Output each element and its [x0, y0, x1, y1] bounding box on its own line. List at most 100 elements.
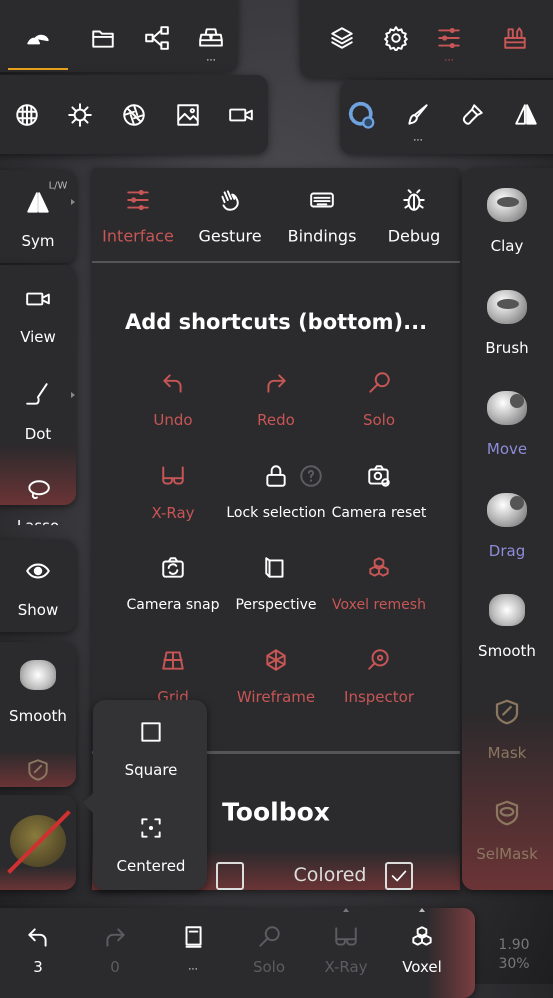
tool-label: Mask [487, 744, 527, 762]
scene-icon[interactable] [23, 23, 53, 53]
tool-label: View [20, 328, 56, 346]
aperture-icon[interactable] [119, 100, 149, 130]
search-icon [254, 922, 284, 952]
square-icon [136, 717, 166, 747]
tool-label: Clay [490, 237, 524, 255]
redo-icon [261, 368, 291, 398]
colored-label: Colored [293, 864, 367, 886]
shortcut-label: Voxel remesh [332, 597, 426, 613]
video-icon[interactable] [23, 284, 53, 314]
help-icon[interactable] [296, 461, 326, 491]
more-indicator: ... [413, 132, 423, 144]
lock-icon [261, 461, 291, 491]
shortcut-label: Lock selection [226, 505, 326, 521]
redo-icon [100, 922, 130, 952]
layers-icon[interactable] [327, 23, 357, 53]
gold-bars-icon[interactable] [196, 23, 226, 53]
sliders-icon [123, 185, 153, 215]
brush-dent [510, 496, 524, 510]
tool-label: Lasso [16, 517, 60, 535]
tool-label: SelMask [476, 845, 538, 863]
book-icon [178, 922, 208, 952]
bottom-label: ... [188, 961, 198, 973]
gear-icon[interactable] [381, 23, 411, 53]
option-label: Centered [116, 857, 186, 875]
tool-label: Drag [488, 542, 526, 560]
bottom-shortcut-bar [0, 908, 475, 998]
shortcut-label: Camera snap [126, 597, 220, 613]
hand-icon [215, 185, 245, 215]
glasses-icon [158, 461, 188, 491]
more-indicator: ... [444, 52, 454, 64]
shortcut-label: Inspector [344, 688, 414, 706]
voxel-icon [407, 922, 437, 952]
toolbox-checkbox[interactable] [216, 862, 244, 890]
mask-icon [492, 697, 522, 727]
glasses-icon [331, 922, 361, 952]
tool-label: Brush [485, 339, 529, 357]
colored-checkbox[interactable] [385, 862, 413, 890]
sym-icon[interactable] [23, 188, 53, 218]
shortcut-label: Redo [257, 411, 295, 429]
folder-icon[interactable] [88, 23, 118, 53]
lasso-icon[interactable] [23, 476, 53, 506]
matcap-icon[interactable] [12, 100, 42, 130]
camera-reset-icon [364, 461, 394, 491]
tool-label: Dot [24, 425, 52, 443]
grid-icon [158, 645, 188, 675]
bottom-label: Solo [252, 958, 286, 976]
submenu-arrow [71, 199, 75, 205]
tool-label: Smooth [478, 642, 536, 660]
right-tools-panel [462, 168, 553, 890]
shortcut-label: X-Ray [151, 504, 195, 522]
undo-icon [158, 368, 188, 398]
check-icon [384, 861, 414, 891]
tab-label: Interface [102, 226, 174, 246]
tool-label: Sym [21, 232, 55, 250]
shortcut-label: Perspective [235, 597, 317, 613]
bug-icon [399, 185, 429, 215]
share-graph-icon[interactable] [142, 23, 172, 53]
tool-label: Move [486, 440, 528, 458]
smooth-brush-icon [489, 594, 525, 626]
option-label: Square [124, 761, 178, 779]
tab-label: Debug [387, 226, 441, 246]
light-icon[interactable] [65, 100, 95, 130]
brush-dent [497, 299, 519, 309]
tool-label: Show [17, 601, 59, 619]
sym-badge: L/W [48, 180, 68, 192]
centered-icon [136, 813, 166, 843]
selmask-icon [492, 798, 522, 828]
brush-dent [497, 197, 519, 207]
shortcut-label: Wireframe [236, 688, 316, 706]
keyboard-icon [307, 185, 337, 215]
bottom-label: X-Ray [324, 958, 368, 976]
eye-icon[interactable] [23, 556, 53, 586]
camera-snap-icon [158, 553, 188, 583]
section-title: Add shortcuts (bottom)... [124, 310, 428, 334]
tab-label: Gesture [198, 226, 262, 246]
shortcut-label: Solo [362, 411, 396, 429]
popover-arrow [83, 793, 93, 813]
divider [92, 261, 460, 263]
inspector-icon [364, 645, 394, 675]
tool-label: Smooth [9, 707, 67, 725]
voxel-dots-icon[interactable] [347, 100, 377, 130]
dot-brush-icon[interactable] [23, 380, 53, 410]
tab-label: Bindings [287, 226, 357, 246]
smooth-brush-icon[interactable] [20, 660, 56, 690]
mask-icon[interactable] [23, 755, 53, 785]
toolbox-icon[interactable] [500, 23, 530, 53]
shortcut-label: Camera reset [331, 505, 427, 521]
symmetry-icon[interactable] [511, 100, 541, 130]
camera-icon[interactable] [226, 100, 256, 130]
bottom-label: Voxel [402, 958, 442, 976]
image-icon[interactable] [173, 100, 203, 130]
paint-icon[interactable] [457, 100, 487, 130]
shortcut-label: Undo [153, 411, 193, 429]
bottom-label: 3 [33, 958, 43, 976]
sliders-icon[interactable] [434, 23, 464, 53]
more-indicator: ... [206, 52, 216, 64]
brush-icon[interactable] [403, 100, 433, 130]
intensity-readout: 30% [498, 956, 530, 972]
